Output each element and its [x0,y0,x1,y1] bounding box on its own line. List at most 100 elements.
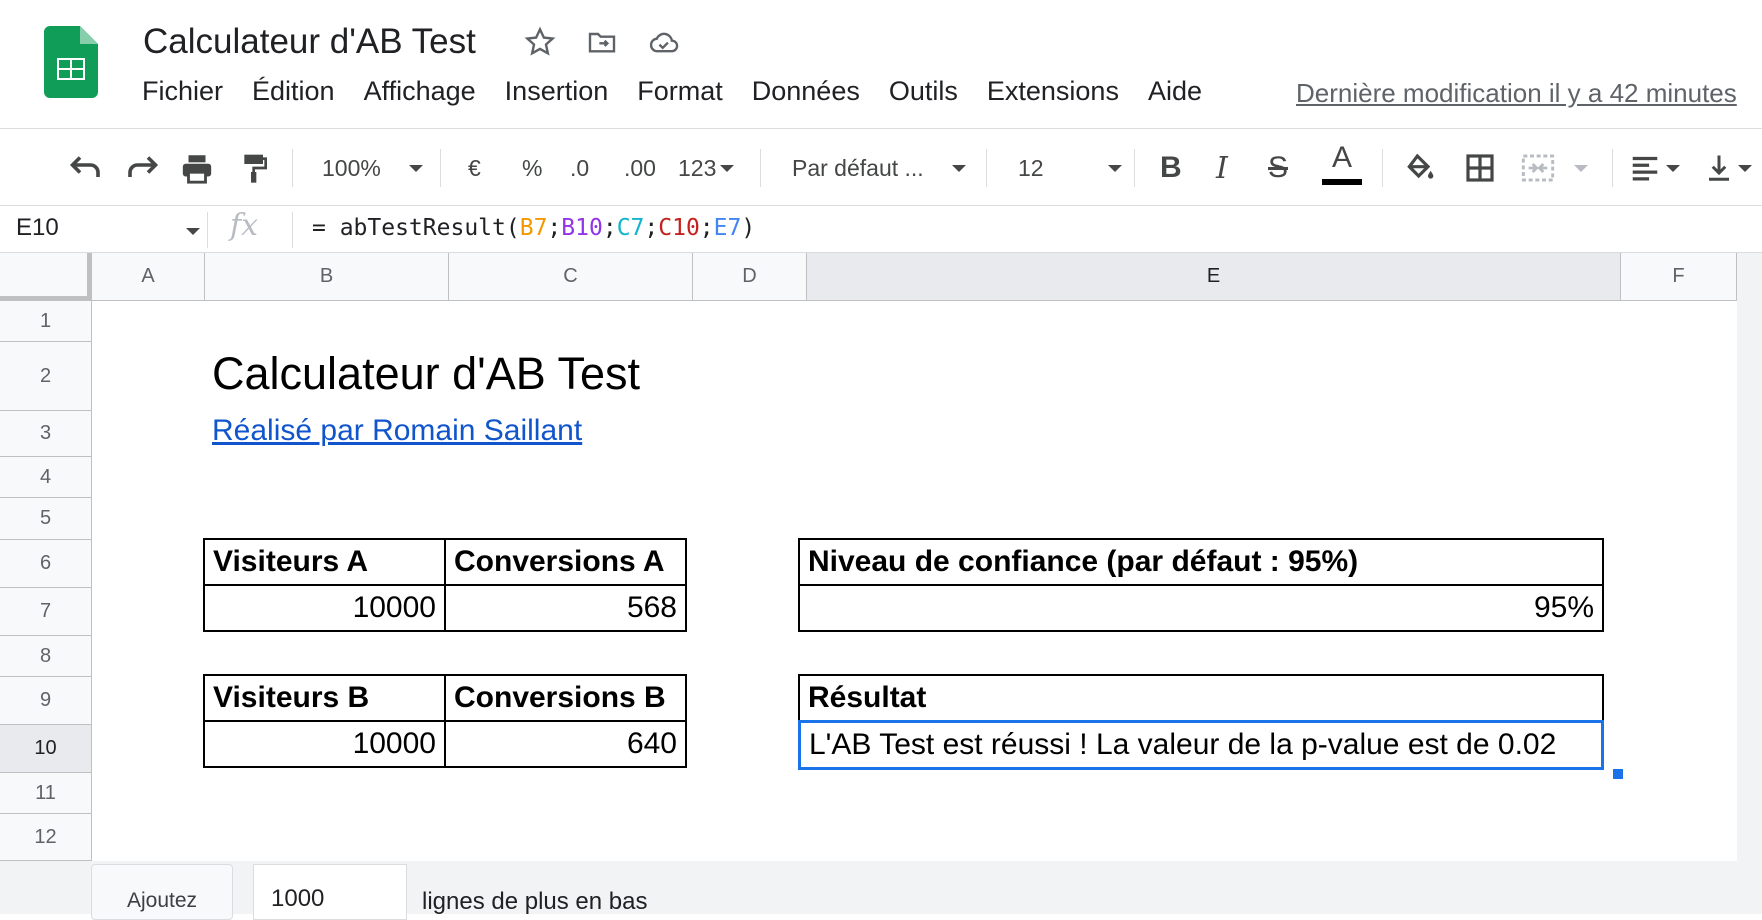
decrease-decimals-button[interactable]: .0 [570,147,589,189]
print-icon[interactable] [180,147,214,189]
chevron-down-icon [1574,164,1588,172]
cloud-status-icon[interactable] [646,24,682,60]
column-header-e[interactable]: E [807,253,1621,301]
font-size-select[interactable]: 12 [1018,147,1122,189]
row-header-6[interactable]: 6 [0,540,92,588]
last-modified-link[interactable]: Dernière modification il y a 42 minutes [1296,78,1737,109]
menu-edition[interactable]: Édition [252,76,335,107]
move-to-folder-icon[interactable] [584,24,620,60]
row-header-1[interactable]: 1 [0,301,92,342]
cell-b10[interactable]: 10000 [203,720,446,768]
formula-bar: E10 fx = abTestResult(B7;B10;C7;C10;E7) [0,206,1762,253]
name-box[interactable]: E10 [16,214,59,242]
row-header-11[interactable]: 11 [0,773,92,814]
row-header-10[interactable]: 10 [0,725,92,773]
column-header-d[interactable]: D [693,253,807,301]
vertical-align-icon[interactable] [1706,147,1752,189]
percent-format-button[interactable]: % [522,147,542,189]
cell-e10[interactable]: L'AB Test est réussi ! La valeur de la p… [798,720,1604,770]
undo-icon[interactable] [68,147,104,189]
sheets-logo-icon[interactable] [44,26,98,98]
row-header-4[interactable]: 4 [0,457,92,498]
chevron-down-icon[interactable] [186,228,200,235]
menu-fichier[interactable]: Fichier [142,76,223,107]
menu-aide[interactable]: Aide [1148,76,1202,107]
strikethrough-button[interactable]: S [1268,147,1288,189]
cell-b6[interactable]: Visiteurs A [203,538,446,586]
redo-icon[interactable] [124,147,160,189]
column-header-b[interactable]: B [205,253,449,301]
cell-c7[interactable]: 568 [444,584,687,632]
more-formats-button[interactable]: 123 [678,147,735,189]
cell-e9[interactable]: Résultat [798,674,1604,722]
zoom-value: 100% [322,154,381,181]
bold-button[interactable]: B [1160,147,1182,189]
menu-affichage[interactable]: Affichage [364,76,476,107]
row-header-7[interactable]: 7 [0,588,92,636]
menu-insertion[interactable]: Insertion [505,76,609,107]
fill-handle[interactable] [1612,768,1624,780]
row-header-12[interactable]: 12 [0,814,92,861]
document-title[interactable]: Calculateur d'AB Test [143,22,476,62]
star-icon[interactable] [522,24,558,60]
cell-e6[interactable]: Niveau de confiance (par défaut : 95%) [798,538,1604,586]
formula-suffix: ) [741,215,756,241]
font-family-select[interactable]: Par défaut ... [792,147,966,189]
cell-c6[interactable]: Conversions A [444,538,687,586]
scroll-gutter [1737,253,1762,863]
title-bar: Calculateur d'AB Test Fichier Édition Af… [0,0,1762,128]
paint-format-icon[interactable] [240,147,270,189]
fill-color-icon[interactable] [1404,147,1436,189]
row-header-3[interactable]: 3 [0,411,92,457]
sheet-title[interactable]: Calculateur d'AB Test [212,348,640,400]
column-header-f[interactable]: F [1621,253,1737,301]
cell-e7[interactable]: 95% [798,584,1604,632]
menu-donnees[interactable]: Données [752,76,860,107]
cell-b7[interactable]: 10000 [203,584,446,632]
menu-extensions[interactable]: Extensions [987,76,1119,107]
row-header-5[interactable]: 5 [0,498,92,540]
row-header-9[interactable]: 9 [0,677,92,725]
chevron-down-icon [951,164,966,172]
fx-icon: fx [230,208,259,243]
formula-arg: C10 [658,215,700,241]
toolbar-divider [760,149,761,187]
chevron-down-icon [1738,164,1752,172]
column-header-a[interactable]: A [92,253,205,301]
formula-separator: ; [602,215,617,241]
cell-b9[interactable]: Visiteurs B [203,674,446,722]
menu-format[interactable]: Format [637,76,723,107]
author-link[interactable]: Réalisé par Romain Saillant [212,414,582,448]
column-header-c[interactable]: C [449,253,693,301]
text-color-label: A [1331,141,1352,174]
formula-arg: B7 [519,215,548,241]
font-family-value: Par défaut ... [792,154,924,181]
formula-separator: ; [644,215,659,241]
cell-c10[interactable]: 640 [444,720,687,768]
horizontal-align-icon[interactable] [1630,147,1680,189]
cell-c9[interactable]: Conversions B [444,674,687,722]
toolbar-divider [292,149,293,187]
formula-arg: C7 [616,215,645,241]
text-color-button[interactable]: A [1322,143,1362,185]
row-header-2[interactable]: 2 [0,342,92,411]
toolbar-divider [440,149,441,187]
currency-format-button[interactable]: € [468,147,481,189]
toolbar: 100% € % .0 .00 123 Par défaut ... 12 B … [0,128,1762,206]
chevron-down-icon [1666,164,1680,172]
toolbar-divider [986,149,987,187]
zoom-select[interactable]: 100% [322,147,423,189]
row-header-8[interactable]: 8 [0,636,92,677]
select-all-corner[interactable] [0,253,92,301]
menu-outils[interactable]: Outils [889,76,958,107]
formula-input[interactable]: = abTestResult(B7;B10;C7;C10;E7) [312,215,755,241]
rows-count-input[interactable]: 1000 [253,864,407,920]
merge-cells-icon[interactable] [1520,147,1588,189]
italic-button[interactable]: I [1216,147,1228,189]
borders-icon[interactable] [1464,147,1496,189]
font-size-value: 12 [1018,154,1044,181]
add-rows-button[interactable]: Ajoutez [91,864,233,920]
increase-decimals-button[interactable]: .00 [624,147,656,189]
formula-divider [292,212,293,248]
chevron-down-icon [1107,164,1122,172]
